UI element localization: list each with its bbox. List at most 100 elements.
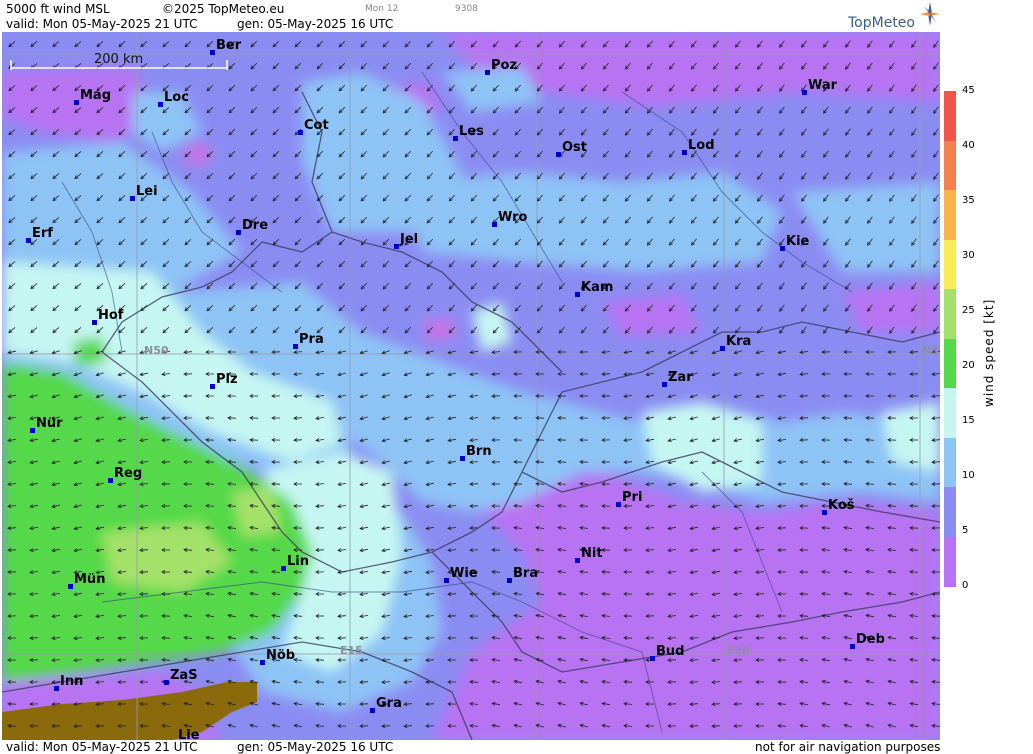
footer-disclaimer: not for air navigation purposes [755,740,941,754]
city-label: Lie [178,728,200,740]
city-marker [210,384,215,389]
city-marker [822,510,827,515]
city-label: Wro [498,210,528,225]
city-label: Dre [242,218,269,233]
colorbar-tick-label: 0 [962,580,969,591]
city-marker [575,558,580,563]
city-marker [485,70,490,75]
city-marker [720,346,725,351]
colorbar-tick-label: 35 [962,195,975,206]
city-marker [92,320,97,325]
city-marker [260,660,265,665]
lon-label-e15: E15 [340,644,363,657]
city-label: Plz [216,372,238,387]
city-label: Lod [688,138,715,153]
city-marker [164,680,169,685]
gen-time: gen: 05-May-2025 16 UTC [237,17,394,31]
city-label: Bud [656,644,685,659]
city-label: Lei [136,184,158,199]
city-marker [281,566,286,571]
city-marker [298,130,303,135]
city-label: Nit [581,546,603,561]
city-label: Kie [786,234,810,249]
city-marker [158,102,163,107]
city-marker [236,230,241,235]
city-marker [616,502,621,507]
colorbar-tick-label: 25 [962,305,975,316]
city-label: Brn [466,444,492,459]
city-marker [556,152,561,157]
colorbar-segment [944,487,956,538]
map-header: 5000 ft wind MSL ©2025 TopMeteo.eu Mon 1… [0,0,1033,32]
city-label: Koš [828,498,855,513]
lat-label-right: N5 [922,344,939,357]
city-label: ZaS [170,668,198,683]
city-marker [850,644,855,649]
colorbar-tick-label: 45 [962,85,975,96]
footer-gen: gen: 05-May-2025 16 UTC [237,740,394,754]
city-marker [26,238,31,243]
city-label: War [808,78,838,93]
city-label: Ber [216,38,242,53]
lat-label-n50: N50 [144,344,169,357]
city-marker [293,344,298,349]
city-label: Lin [287,554,309,569]
city-label: Mag [80,88,112,103]
colorbar-segment [944,289,956,340]
city-label: Erf [32,226,53,241]
city-label: Kam [581,280,614,295]
city-marker [108,478,113,483]
city-marker [210,50,215,55]
city-marker [444,578,449,583]
city-marker [650,656,655,661]
city-marker [507,578,512,583]
city-label: Poz [491,58,518,73]
city-marker [68,584,73,589]
city-label: Loc [164,90,189,105]
city-marker [130,196,135,201]
footer-valid: valid: Mon 05-May-2025 21 UTC [6,740,198,754]
colorbar-segment [944,140,956,191]
city-marker [370,708,375,713]
city-label: Pri [622,490,643,505]
colorbar [944,91,956,587]
scale-bar-label: 200 km [94,52,144,67]
colorbar-tick-label: 10 [962,470,975,481]
city-marker [74,100,79,105]
city-marker [54,686,59,691]
colorbar-tick-label: 5 [962,525,969,536]
city-label: Inn [60,674,84,689]
city-label: Wie [450,566,478,581]
colorbar-segment [944,239,956,290]
city-label: Nür [36,416,63,431]
wind-map: 200 km N50 N5 E15 E20 Ber Poz War Mag Loc Cot… [2,32,940,740]
city-marker [682,150,687,155]
compass-logo-icon [920,2,940,26]
topmeteo-logo: TopMeteo [848,15,915,31]
colorbar-segment [944,536,956,587]
city-label: Deb [856,632,885,647]
city-marker [30,428,35,433]
small-code: 9308 [455,4,478,14]
lon-label-e20: E20 [727,644,750,657]
city-marker [453,136,458,141]
city-marker [394,244,399,249]
small-label: Mon 12 [365,4,399,14]
copyright: ©2025 TopMeteo.eu [162,2,285,16]
city-label: Pra [299,332,324,347]
map-footer: valid: Mon 05-May-2025 21 UTC gen: 05-Ma… [0,740,942,754]
city-marker [780,246,785,251]
city-label: Les [459,124,484,139]
colorbar-tick-label: 40 [962,140,975,151]
color-legend: 45 40 35 30 25 20 15 10 5 0 wind speed [kt] [940,32,1033,740]
city-label: Ost [562,140,588,155]
colorbar-segment [944,91,956,142]
city-label: Kra [726,334,752,349]
city-label: Hof [98,308,124,323]
colorbar-segment [944,388,956,439]
city-label: Gra [376,696,402,711]
colorbar-segment [944,338,956,389]
colorbar-segment [944,437,956,488]
colorbar-tick-label: 15 [962,415,975,426]
city-marker [492,222,497,227]
